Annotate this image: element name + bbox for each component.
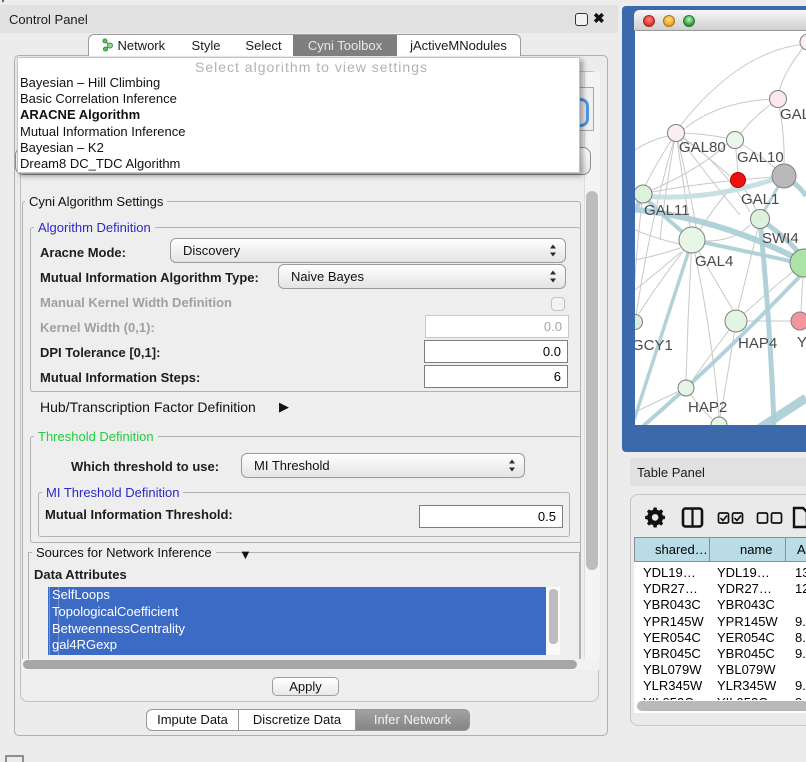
svg-text:HAP4: HAP4 — [738, 335, 777, 352]
svg-text:GAL10: GAL10 — [737, 149, 784, 166]
svg-text:GAL4: GAL4 — [695, 253, 733, 270]
svg-text:GAL80: GAL80 — [679, 139, 726, 156]
svg-text:GAL1: GAL1 — [741, 191, 779, 208]
svg-text:HAP2: HAP2 — [688, 399, 727, 416]
svg-text:GCY1: GCY1 — [635, 337, 673, 354]
svg-text:GAL11: GAL11 — [644, 202, 690, 219]
svg-text:GAL2: GAL2 — [780, 106, 806, 123]
svg-text:SWI4: SWI4 — [762, 230, 799, 247]
svg-text:Y: Y — [797, 334, 806, 351]
